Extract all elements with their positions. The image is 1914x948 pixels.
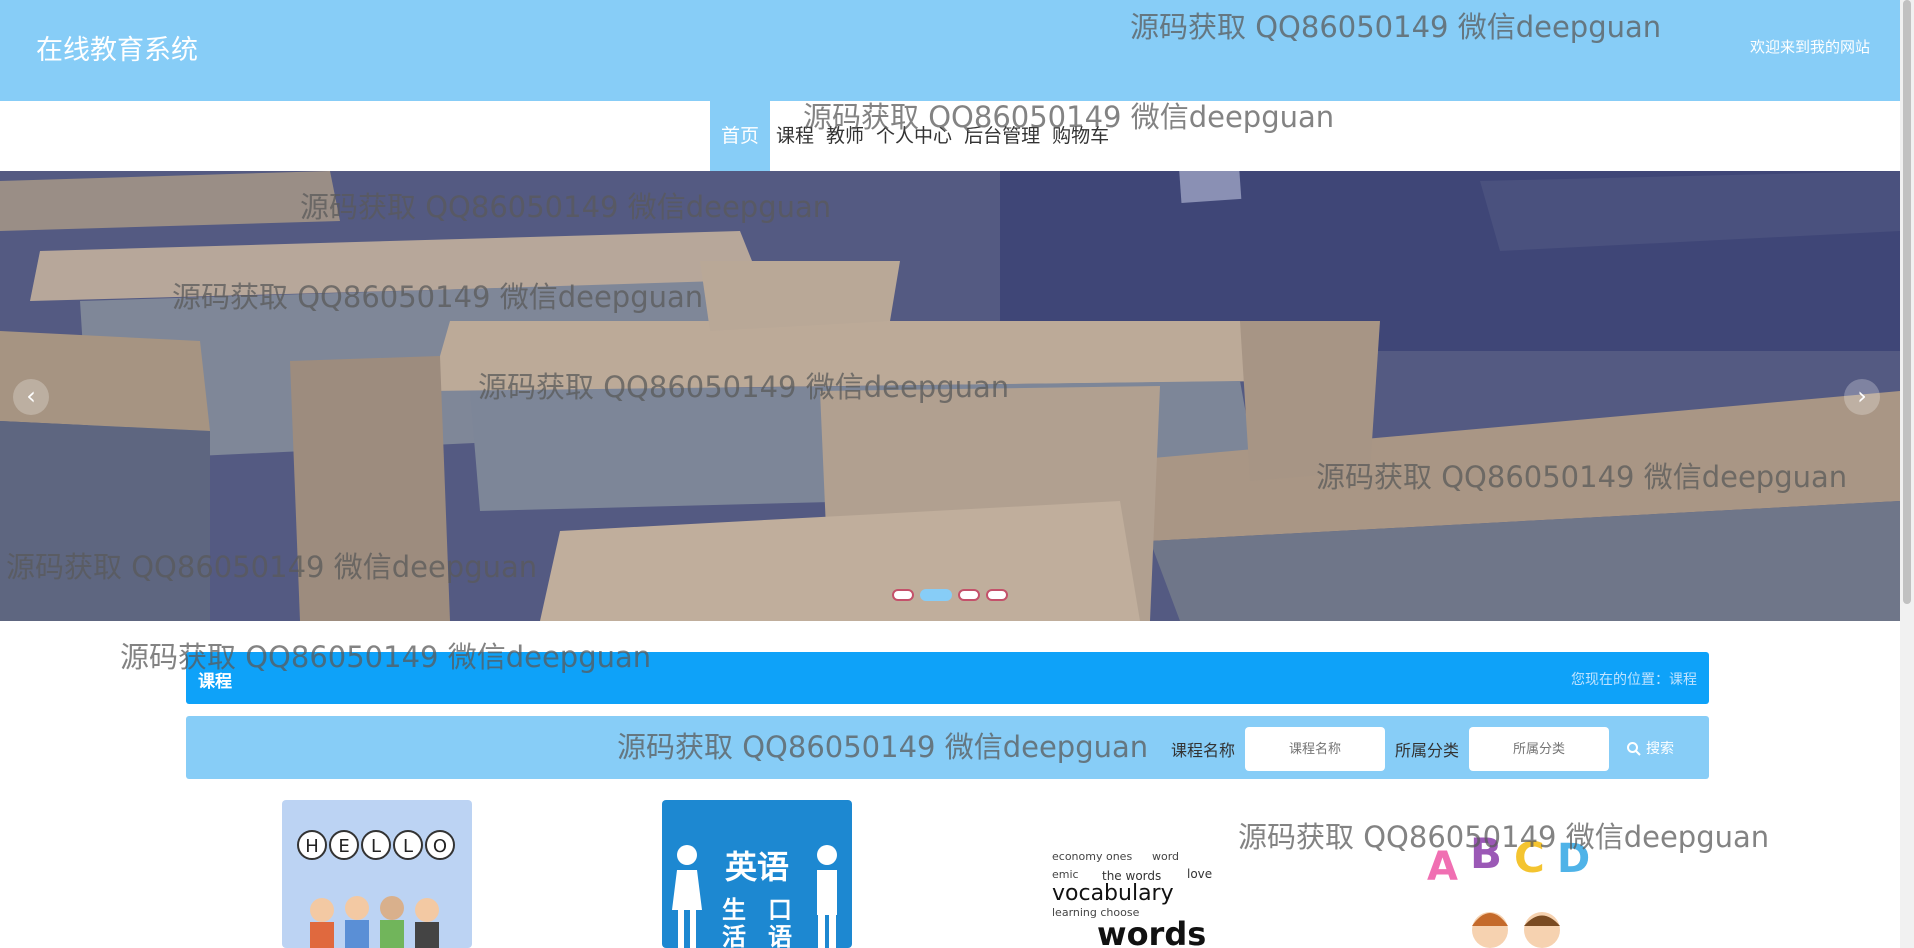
svg-text:economy ones: economy ones xyxy=(1052,850,1132,863)
carousel-next-button[interactable]: › xyxy=(1844,379,1880,415)
svg-text:英语: 英语 xyxy=(725,848,789,886)
course-name-label: 课程名称 xyxy=(1171,741,1236,760)
carousel-dot[interactable] xyxy=(958,589,980,601)
section-header: 课程 您现在的位置：课程 xyxy=(186,652,1709,704)
svg-text:emic: emic xyxy=(1052,868,1079,881)
svg-text:H: H xyxy=(305,836,319,857)
svg-text:love: love xyxy=(1187,867,1212,881)
page: 在线教育系统 欢迎来到我的网站 首页 课程 教师 个人中心 后台管理 购物车 ‹… xyxy=(0,0,1914,948)
welcome-text: 欢迎来到我的网站 xyxy=(1749,38,1870,56)
course-card[interactable]: H E L L O xyxy=(282,800,472,948)
page-scrollbar[interactable] xyxy=(1900,0,1914,948)
svg-text:C: C xyxy=(1514,833,1545,882)
svg-text:O: O xyxy=(433,836,447,857)
banner-carousel[interactable]: ‹ › xyxy=(0,171,1900,621)
category-label: 所属分类 xyxy=(1395,741,1460,760)
course-image-vocabulary: economy ones word emic the words love vo… xyxy=(1042,800,1232,948)
carousel-dot[interactable] xyxy=(920,589,952,601)
nav-item-profile[interactable]: 个人中心 xyxy=(870,101,958,171)
carousel-dot[interactable] xyxy=(892,589,914,601)
classroom-banner-image xyxy=(0,171,1900,621)
course-image-spoken-english: 英语 生 口 活 语 xyxy=(662,800,852,948)
course-card[interactable]: A B C D xyxy=(1422,800,1612,948)
course-image-abcd: A B C D xyxy=(1422,800,1612,948)
section-title: 课程 xyxy=(198,672,232,692)
svg-text:活: 活 xyxy=(722,923,746,948)
nav-item-home[interactable]: 首页 xyxy=(710,101,771,171)
search-button-label: 搜索 xyxy=(1646,741,1674,757)
nav-item-cart[interactable]: 购物车 xyxy=(1046,101,1115,171)
svg-text:vocabulary: vocabulary xyxy=(1052,881,1174,906)
svg-text:L: L xyxy=(403,836,413,857)
course-card[interactable]: economy ones word emic the words love vo… xyxy=(1042,800,1232,948)
svg-text:语: 语 xyxy=(768,923,792,948)
breadcrumb: 您现在的位置：课程 xyxy=(1571,672,1697,688)
nav-item-admin[interactable]: 后台管理 xyxy=(958,101,1046,171)
category-input[interactable] xyxy=(1469,727,1609,771)
course-image-hello: H E L L O xyxy=(282,800,472,948)
svg-text:E: E xyxy=(338,836,349,857)
carousel-prev-button[interactable]: ‹ xyxy=(13,379,49,415)
scrollbar-thumb[interactable] xyxy=(1903,0,1911,604)
main-nav: 首页 课程 教师 个人中心 后台管理 购物车 xyxy=(0,101,1900,171)
top-header: 在线教育系统 欢迎来到我的网站 xyxy=(0,0,1900,101)
chevron-left-icon: ‹ xyxy=(26,382,36,410)
svg-text:A: A xyxy=(1427,844,1458,890)
svg-text:口: 口 xyxy=(768,896,792,924)
search-button[interactable]: 搜索 xyxy=(1626,727,1696,771)
svg-text:生: 生 xyxy=(722,896,746,924)
svg-text:B: B xyxy=(1470,829,1502,878)
search-bar: 课程名称 所属分类 搜索 xyxy=(186,716,1709,779)
chevron-right-icon: › xyxy=(1857,382,1867,410)
svg-text:D: D xyxy=(1557,836,1590,882)
carousel-dot[interactable] xyxy=(986,589,1008,601)
svg-text:words: words xyxy=(1097,915,1206,948)
site-title[interactable]: 在线教育系统 xyxy=(36,28,198,67)
course-card[interactable]: 英语 生 口 活 语 xyxy=(662,800,852,948)
nav-item-courses[interactable]: 课程 xyxy=(770,101,820,171)
course-name-input[interactable] xyxy=(1245,727,1385,771)
svg-text:word: word xyxy=(1152,850,1179,863)
nav-item-teachers[interactable]: 教师 xyxy=(820,101,870,171)
search-icon xyxy=(1627,742,1641,756)
svg-text:L: L xyxy=(371,836,381,857)
carousel-indicators xyxy=(892,589,1008,601)
